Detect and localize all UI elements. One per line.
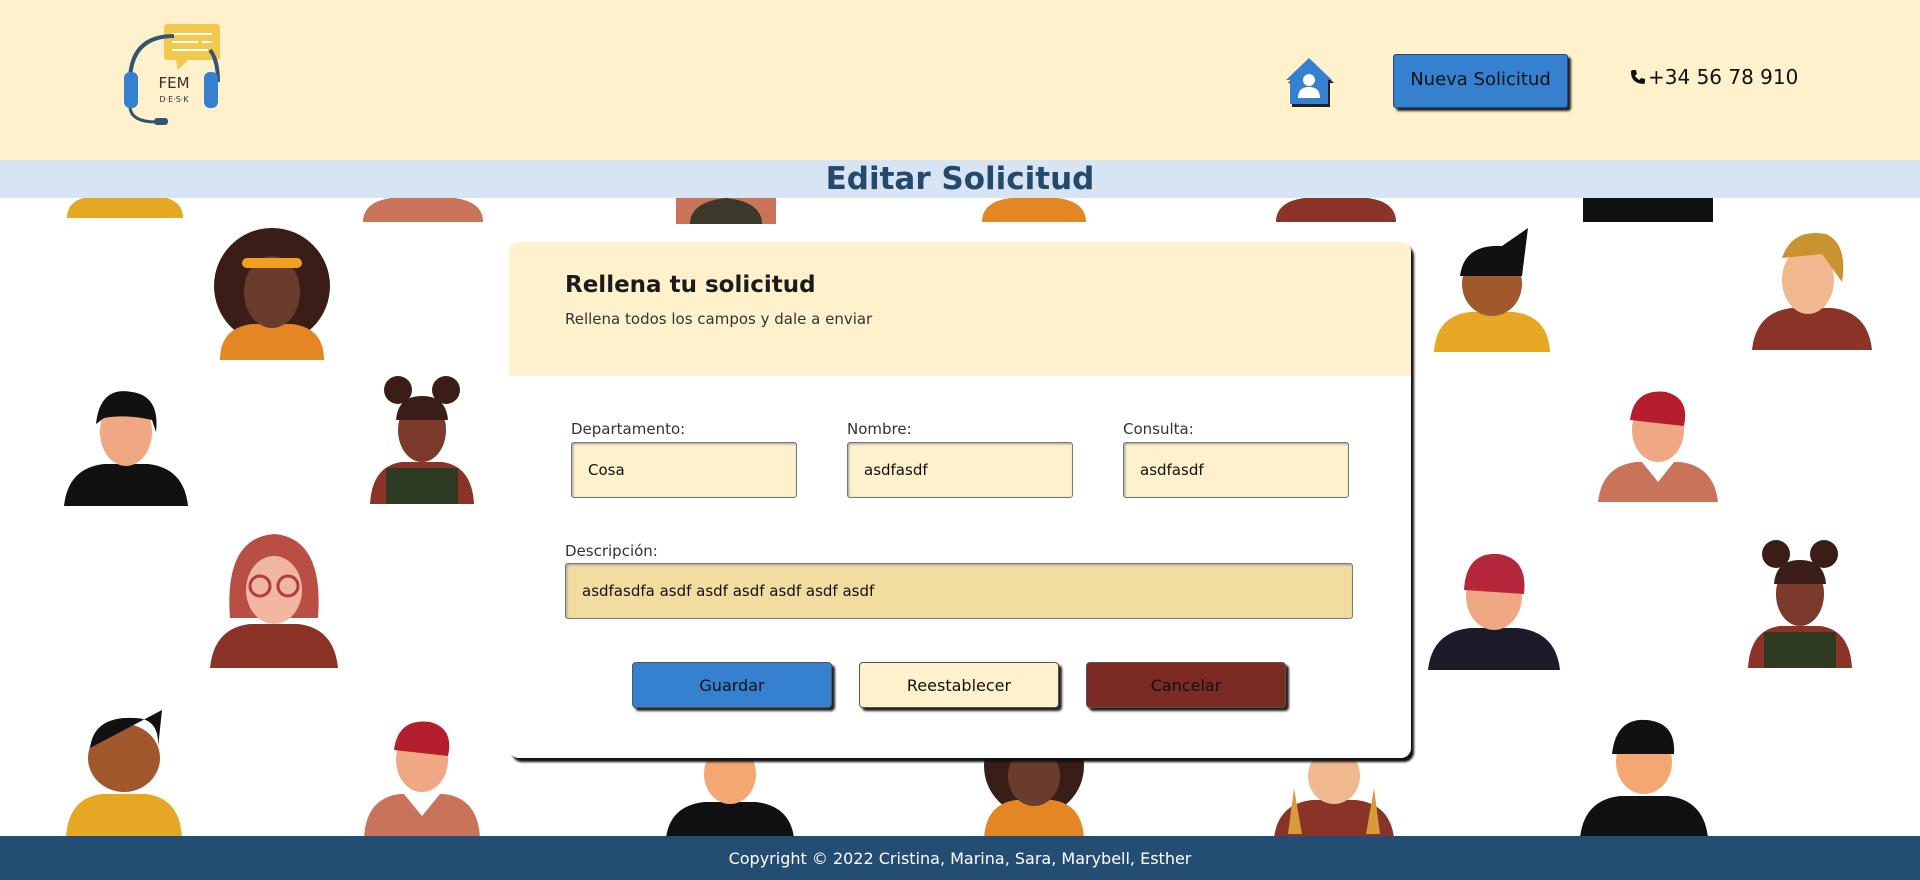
nombre-field[interactable] [847,442,1073,498]
title-bar: Editar Solicitud [0,160,1920,198]
copyright-text: Copyright © 2022 Cristina, Marina, Sara,… [728,848,1192,868]
departamento-label: Departamento: [571,420,686,438]
form-title: Rellena tu solicitud [565,272,816,298]
save-button[interactable]: Guardar [632,662,832,708]
cancel-button[interactable]: Cancelar [1086,662,1286,708]
fem-desk-logo[interactable]: FEM D·E·S·K [118,22,230,130]
home-user-icon [1286,58,1334,107]
phone-number: +34 56 78 910 [1648,65,1799,89]
form-header: Rellena tu solicitud Rellena todos los c… [509,242,1411,376]
phone-contact[interactable]: +34 56 78 910 [1630,64,1798,90]
form-subtitle: Rellena todos los campos y dale a enviar [565,310,873,328]
consulta-label: Consulta: [1123,420,1194,438]
site-header: FEM D·E·S·K Nueva Solicitud +34 56 78 91… [0,0,1920,160]
home-user-button[interactable] [1280,54,1338,108]
svg-text:D·E·S·K: D·E·S·K [159,95,189,104]
departamento-field[interactable] [571,442,797,498]
nombre-label: Nombre: [847,420,912,438]
page-title: Editar Solicitud [825,161,1095,197]
reset-button[interactable]: Reestablecer [859,662,1059,708]
request-form-card: Rellena tu solicitud Rellena todos los c… [509,242,1411,758]
descripcion-field[interactable] [565,563,1353,619]
site-footer: Copyright © 2022 Cristina, Marina, Sara,… [0,836,1920,880]
consulta-field[interactable] [1123,442,1349,498]
new-request-button[interactable]: Nueva Solicitud [1393,54,1568,108]
phone-icon [1631,70,1645,84]
svg-text:FEM: FEM [158,74,189,92]
headset-logo-icon: FEM D·E·S·K [124,24,220,125]
descripcion-label: Descripción: [565,542,658,560]
